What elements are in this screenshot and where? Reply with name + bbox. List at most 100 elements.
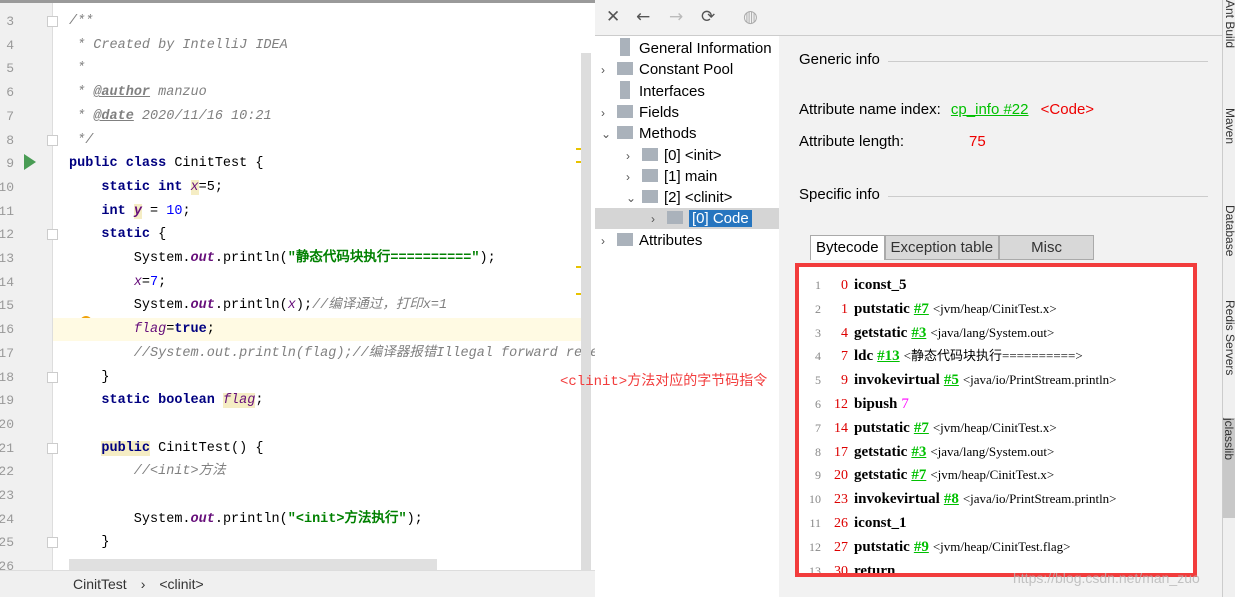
line-number: 12 — [0, 227, 14, 243]
breadcrumb-method[interactable]: <clinit> — [159, 576, 203, 592]
bytecode-offset: 1 — [841, 301, 848, 317]
close-icon[interactable]: ✕ — [606, 7, 620, 27]
constant-pool-link[interactable]: #7 — [914, 420, 929, 436]
class-structure-tree[interactable]: General Information › Constant Pool Interfa… — [595, 36, 779, 597]
tree-item[interactable]: › [1] main — [626, 166, 717, 187]
bytecode-row[interactable]: 11 26 iconst_1 — [799, 512, 907, 536]
expand-arrow-icon[interactable]: › — [601, 60, 615, 81]
expand-arrow-icon[interactable]: ⌄ — [601, 124, 615, 145]
tree-item[interactable]: › Attributes — [601, 230, 702, 251]
bytecode-row[interactable]: 9 20 getstatic #7 <jvm/heap/CinitTest.x> — [799, 464, 1054, 488]
constant-pool-link[interactable]: #3 — [911, 325, 926, 341]
expand-arrow-icon[interactable]: ⌄ — [626, 188, 640, 209]
forward-icon[interactable]: → — [669, 7, 683, 27]
line-number: 24 — [0, 511, 14, 527]
bytecode-row[interactable]: 5 9 invokevirtual #5 <java/io/PrintStream.pr… — [799, 369, 1117, 393]
fold-marker-icon[interactable] — [47, 442, 58, 454]
bytecode-row[interactable]: 4 7 ldc #13 <静态代码块执行==========> — [799, 345, 1083, 369]
fold-marker-icon[interactable] — [47, 229, 58, 241]
line-number: 6 — [6, 85, 14, 101]
bytecode-row[interactable]: 13 30 return — [799, 560, 895, 573]
bytecode-row[interactable]: 12 27 putstatic #9 <jvm/heap/CinitTest.flag> — [799, 536, 1070, 560]
tree-item[interactable]: General Information — [601, 38, 772, 59]
tool-window-jclasslib[interactable]: jclasslib — [1223, 418, 1235, 518]
fold-marker-icon[interactable] — [47, 16, 58, 27]
line-number: 17 — [0, 345, 14, 361]
constant-pool-link[interactable]: #8 — [944, 491, 959, 507]
code-token: .println( — [214, 251, 288, 266]
run-icon[interactable] — [24, 154, 36, 170]
code-token: true — [174, 322, 207, 338]
code-line: * — [69, 57, 85, 80]
horizontal-scrollbar[interactable] — [69, 559, 437, 570]
expand-arrow-icon[interactable]: › — [626, 146, 640, 167]
code-token: } — [69, 535, 110, 551]
breadcrumb-class[interactable]: CinitTest — [73, 576, 127, 592]
code-token: System. — [69, 298, 191, 314]
bytecode-argument: <java/lang/System.out> — [930, 324, 1055, 340]
bytecode-row[interactable]: 3 4 getstatic #3 <java/lang/System.out> — [799, 322, 1054, 346]
code-token: /** — [69, 14, 94, 29]
vertical-scrollbar[interactable] — [581, 53, 591, 570]
tool-window-redis-servers[interactable]: Redis Servers — [1223, 300, 1235, 375]
tab-misc[interactable]: Misc — [999, 235, 1094, 260]
code-editor[interactable]: 3 4 5 6 7 8 9 10 11 12 13 14 15 16 17 18 19 20 21 22 23 24 25 2… — [0, 0, 595, 570]
fold-marker-icon[interactable] — [47, 537, 58, 549]
web-icon[interactable]: ◍ — [743, 7, 758, 27]
expand-arrow-icon[interactable]: › — [626, 167, 640, 188]
bytecode-row[interactable]: 1 0 iconst_5 — [799, 274, 907, 298]
watermark: https://blog.csdn.net/man_zuo — [1013, 570, 1200, 586]
bytecode-row[interactable]: 2 1 putstatic #7 <jvm/heap/CinitTest.x> — [799, 298, 1057, 322]
expand-arrow-icon[interactable]: › — [651, 209, 665, 230]
line-number: 13 — [0, 251, 14, 266]
bytecode-line-number: 8 — [815, 444, 821, 459]
tree-item[interactable]: › Fields — [601, 102, 679, 123]
constant-pool-link[interactable]: #5 — [944, 372, 959, 388]
bytecode-row[interactable]: 10 23 invokevirtual #8 <java/io/PrintStream.… — [799, 488, 1117, 512]
tool-window-database[interactable]: Database — [1223, 205, 1235, 256]
tool-window-ant-build[interactable]: Ant Build — [1223, 0, 1235, 48]
tool-window-maven[interactable]: Maven — [1223, 108, 1235, 144]
bytecode-argument: <java/lang/System.out> — [930, 443, 1055, 459]
tab-bytecode[interactable]: Bytecode — [810, 235, 885, 260]
tab-exception-table[interactable]: Exception table — [884, 235, 1000, 260]
bytecode-list[interactable]: 1 0 iconst_5 2 1 putstatic #7 <jvm/heap/CinitTe… — [795, 263, 1197, 577]
folder-icon — [642, 190, 658, 204]
constant-pool-link[interactable]: #9 — [914, 539, 929, 555]
constant-pool-link[interactable]: #7 — [911, 467, 926, 483]
tree-item[interactable]: ⌄ [2] <clinit> — [626, 187, 732, 208]
code-line: public class CinitTest { — [69, 152, 263, 175]
tree-item[interactable]: › Constant Pool — [601, 59, 733, 80]
cp-info-link[interactable]: cp_info #22 — [951, 101, 1029, 118]
constant-pool-link[interactable]: #13 — [877, 348, 900, 364]
bytecode-row[interactable]: 7 14 putstatic #7 <jvm/heap/CinitTest.x> — [799, 417, 1057, 441]
constant-pool-link[interactable]: #7 — [914, 301, 929, 317]
bytecode-opcode: iconst_1 — [854, 515, 907, 531]
tree-item[interactable]: ⌄ Methods — [601, 123, 697, 144]
bytecode-opcode: putstatic — [854, 419, 910, 436]
tree-item[interactable]: › [0] <init> — [626, 145, 722, 166]
tree-item[interactable]: Interfaces — [601, 80, 705, 102]
code-token: static int — [69, 179, 191, 195]
bytecode-opcode: iconst_5 — [854, 277, 907, 293]
tree-item[interactable]: › [0] Code — [595, 208, 779, 230]
expand-arrow-icon[interactable]: › — [601, 231, 615, 252]
tree-item-label: Methods — [639, 125, 697, 143]
code-token: * — [69, 61, 86, 77]
back-icon[interactable]: ← — [636, 7, 650, 27]
fold-marker-icon[interactable] — [47, 134, 58, 146]
refresh-icon[interactable]: ⟳ — [701, 7, 715, 27]
code-token: } — [69, 369, 110, 385]
code-line: flag=true; — [53, 318, 583, 342]
bytecode-row[interactable]: 8 17 getstatic #3 <java/lang/System.out> — [799, 441, 1054, 465]
bytecode-line-number: 6 — [815, 397, 821, 411]
expand-arrow-icon[interactable]: › — [601, 103, 615, 124]
fold-marker-icon[interactable] — [47, 371, 58, 383]
bytecode-row[interactable]: 6 12 bipush 7 — [799, 393, 909, 417]
bytecode-line-number: 7 — [815, 420, 821, 435]
breadcrumb-separator: › — [140, 576, 146, 592]
bytecode-line-number: 11 — [809, 516, 821, 530]
code-line: int y = 10; — [69, 200, 191, 223]
constant-pool-link[interactable]: #3 — [911, 444, 926, 460]
code-token: manzuo — [150, 85, 207, 101]
